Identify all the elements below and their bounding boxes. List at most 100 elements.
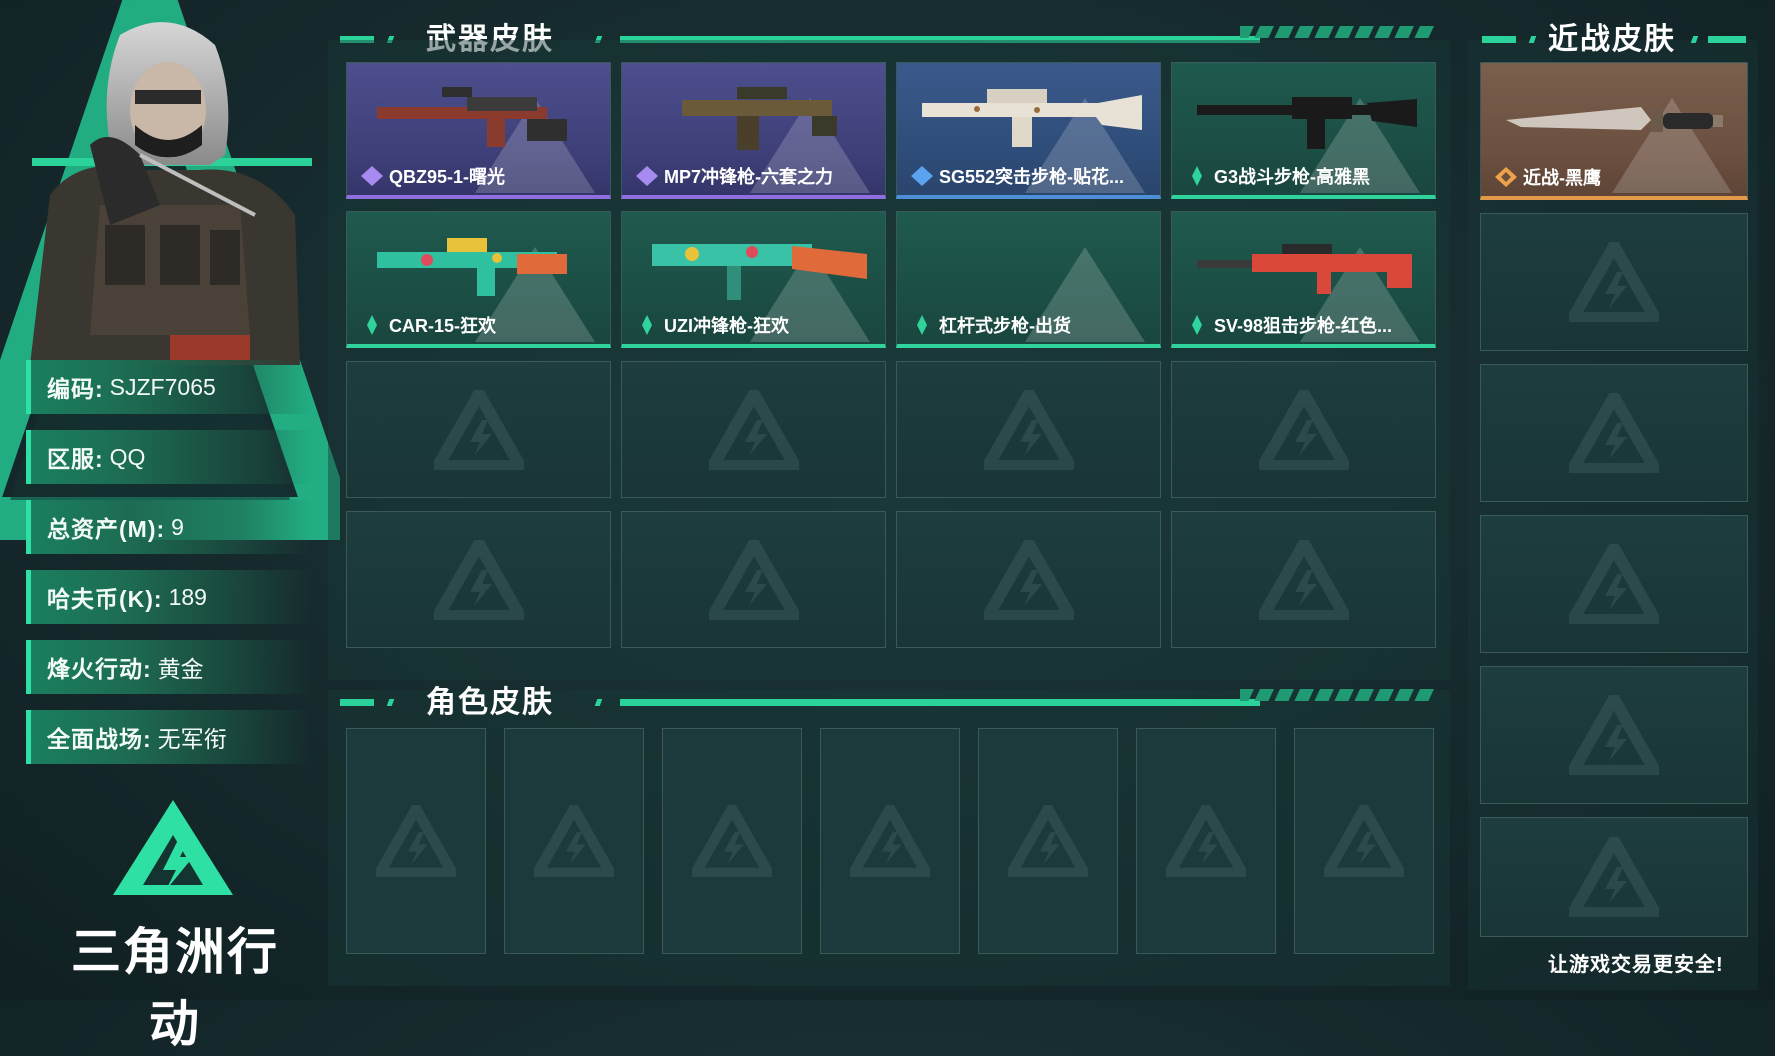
- profile-coins-row: 哈夫币(K): 189: [26, 570, 311, 624]
- profile-battlefield-value: 无军衔: [157, 726, 227, 752]
- character-slot-empty[interactable]: [346, 728, 486, 954]
- melee-slot-blackhawk[interactable]: 近战-黑鹰: [1480, 62, 1748, 200]
- delta-placeholder-icon: [1258, 539, 1349, 620]
- melee-image-knife: [1506, 107, 1723, 132]
- melee-label-blackhawk: 近战-黑鹰: [1495, 164, 1601, 190]
- profile-fenghuo-value: 黄金: [157, 656, 204, 682]
- header-dash-decor: [1240, 26, 1434, 38]
- weapon-slot-sv98[interactable]: SV-98狙击步枪-红色...: [1171, 211, 1436, 348]
- weapon-slot-car15[interactable]: CAR-15-狂欢: [346, 211, 611, 348]
- profile-assets-value: 9: [171, 513, 184, 540]
- weapon-slot-empty[interactable]: [621, 361, 886, 498]
- character-slot-empty[interactable]: [1136, 728, 1276, 954]
- melee-slot-empty[interactable]: [1480, 515, 1748, 653]
- delta-placeholder-icon: [1569, 695, 1659, 775]
- weapon-slot-mp7[interactable]: MP7冲锋枪-六套之力: [621, 62, 886, 199]
- weapon-name: 杠杆式步枪-出货: [939, 316, 1071, 336]
- rarity-gem-icon: [367, 315, 377, 335]
- profile-assets-row: 总资产(M): 9: [26, 500, 311, 554]
- delta-placeholder-icon: [1569, 393, 1659, 473]
- character-slot-empty[interactable]: [1294, 728, 1434, 954]
- profile-assets-key: 总资产(M):: [47, 516, 166, 542]
- weapon-slot-empty[interactable]: [896, 361, 1161, 498]
- rarity-gem-icon: [917, 315, 927, 335]
- profile-battlefield-row: 全面战场: 无军衔: [26, 710, 311, 764]
- profile-panel: 编码: SJZF7065 区服: QQ 总资产(M): 9 哈夫币(K): 189 烽火…: [0, 0, 340, 1052]
- profile-code-value: SJZF7065: [109, 373, 216, 400]
- character-slot-empty[interactable]: [662, 728, 802, 954]
- delta-placeholder-icon: [708, 389, 799, 470]
- delta-placeholder-icon: [692, 805, 772, 877]
- profile-battlefield-key: 全面战场:: [47, 726, 152, 752]
- weapon-name: UZI冲锋枪-狂欢: [664, 316, 789, 336]
- weapon-name: CAR-15-狂欢: [389, 316, 497, 336]
- character-header-line: [620, 699, 1260, 706]
- weapon-name: G3战斗步枪-高雅黑: [1214, 167, 1371, 187]
- char-header-bar-left: [340, 699, 374, 706]
- weapon-image-sg552: [922, 89, 1142, 147]
- rarity-gem-icon: [1192, 166, 1202, 186]
- profile-coins-value: 189: [168, 583, 207, 610]
- delta-placeholder-icon: [534, 805, 614, 877]
- weapon-slot-lever[interactable]: 杠杆式步枪-出货: [896, 211, 1161, 348]
- delta-placeholder-icon: [1166, 805, 1246, 877]
- weapon-slot-empty[interactable]: [346, 511, 611, 648]
- melee-slot-empty[interactable]: [1480, 213, 1748, 351]
- delta-placeholder-icon: [708, 539, 799, 620]
- profile-fenghuo-key: 烽火行动:: [47, 656, 152, 682]
- weapon-slot-empty[interactable]: [346, 361, 611, 498]
- weapon-label-lever: 杠杆式步枪-出货: [911, 312, 1071, 338]
- delta-placeholder-icon: [1008, 805, 1088, 877]
- weapon-label-sv98: SV-98狙击步枪-红色...: [1186, 312, 1392, 338]
- rarity-gem-icon: [642, 315, 652, 335]
- weapon-image-mp7: [682, 87, 837, 150]
- character-portrait: [30, 22, 300, 365]
- profile-fenghuo-row: 烽火行动: 黄金: [26, 640, 311, 694]
- melee-header-bar-right: [1708, 36, 1746, 43]
- rarity-gem-icon: [636, 166, 658, 186]
- delta-logo-icon: [113, 800, 233, 895]
- character-section-title: 角色皮肤: [426, 686, 554, 719]
- footer-slogan: 让游戏交易更安全!: [1548, 954, 1724, 976]
- melee-slot-empty[interactable]: [1480, 666, 1748, 804]
- weapon-image-g3: [1197, 97, 1417, 149]
- delta-placeholder-icon: [850, 805, 930, 877]
- weapon-name: SV-98狙击步枪-红色...: [1214, 316, 1393, 336]
- weapon-slot-qbz95[interactable]: QBZ95-1-曙光: [346, 62, 611, 199]
- weapon-slot-empty[interactable]: [896, 511, 1161, 648]
- rarity-gem-icon: [911, 166, 933, 186]
- weapon-label-car15: CAR-15-狂欢: [361, 312, 496, 338]
- profile-server-row: 区服: QQ: [26, 430, 311, 484]
- delta-placeholder-icon: [1569, 242, 1659, 322]
- weapon-slot-empty[interactable]: [1171, 511, 1436, 648]
- profile-server-value: QQ: [109, 443, 146, 470]
- profile-code-key: 编码:: [47, 376, 104, 402]
- weapon-slot-sg552[interactable]: SG552突击步枪-贴花...: [896, 62, 1161, 199]
- weapon-slot-g3[interactable]: G3战斗步枪-高雅黑: [1171, 62, 1436, 199]
- melee-slot-empty[interactable]: [1480, 364, 1748, 502]
- weapon-image-car15: [377, 238, 567, 296]
- character-slot-empty[interactable]: [820, 728, 960, 954]
- character-slot-empty[interactable]: [978, 728, 1118, 954]
- char-header-dash-decor: [1240, 689, 1434, 701]
- melee-slot-empty[interactable]: [1480, 817, 1748, 937]
- character-slot-empty[interactable]: [504, 728, 644, 954]
- brand-name: 三角洲行动: [71, 924, 279, 1052]
- delta-placeholder-icon: [433, 389, 524, 470]
- delta-placeholder-icon: [1324, 805, 1404, 877]
- rarity-gem-icon: [361, 166, 383, 186]
- delta-placeholder-icon: [433, 539, 524, 620]
- profile-coins-key: 哈夫币(K):: [47, 586, 163, 612]
- rarity-gem-icon: [1495, 167, 1517, 187]
- weapon-slot-uzi[interactable]: UZI冲锋枪-狂欢: [621, 211, 886, 348]
- delta-placeholder-icon: [983, 389, 1074, 470]
- weapon-slot-empty[interactable]: [1171, 361, 1436, 498]
- melee-name: 近战-黑鹰: [1523, 168, 1601, 188]
- weapon-slot-empty[interactable]: [621, 511, 886, 648]
- weapon-name: MP7冲锋枪-六套之力: [664, 167, 834, 187]
- weapon-image-qbz95: [377, 87, 567, 147]
- delta-placeholder-icon: [1569, 544, 1659, 624]
- weapon-name: QBZ95-1-曙光: [389, 167, 506, 187]
- weapon-label-uzi: UZI冲锋枪-狂欢: [636, 312, 789, 338]
- delta-placeholder-icon: [376, 805, 456, 877]
